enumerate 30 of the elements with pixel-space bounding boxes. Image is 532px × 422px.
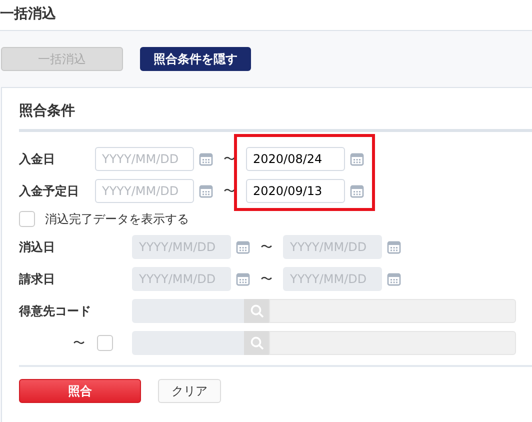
calendar-icon[interactable] [199,184,213,198]
calendar-icon[interactable] [350,184,364,198]
range-separator: 〜 [73,334,85,352]
section-title: 照合条件 [19,88,532,132]
search-button[interactable]: 照合 [19,379,141,403]
calendar-icon[interactable] [387,240,401,254]
field-label: 得意先コード [19,302,92,320]
date-field[interactable]: 2020/09/13 [246,179,345,203]
toolbar-button[interactable]: 照合条件を隠す [140,47,251,71]
date-field[interactable]: YYYY/MM/DD [95,179,194,203]
field-label: 消込日 [19,238,56,256]
field-label: 請求日 [19,270,56,288]
search-button[interactable] [244,331,269,355]
calendar-icon[interactable] [387,272,401,286]
search-icon [250,336,264,350]
range-separator: 〜 [260,238,274,256]
clear-button[interactable]: クリア [158,379,221,403]
field-label: 入金日 [19,150,56,168]
calendar-icon[interactable] [236,240,250,254]
search-button[interactable] [244,299,269,323]
field-label: 入金予定日 [19,182,80,200]
search-icon [250,304,264,318]
checkbox[interactable] [19,211,35,227]
checkbox-label: 消込完了データを表示する [45,210,189,228]
calendar-icon[interactable] [236,272,250,286]
calendar-icon[interactable] [350,152,364,166]
date-field[interactable]: 2020/08/24 [246,147,345,171]
date-field[interactable]: YYYY/MM/DD [95,147,194,171]
range-separator: 〜 [260,270,274,288]
calendar-icon[interactable] [199,152,213,166]
